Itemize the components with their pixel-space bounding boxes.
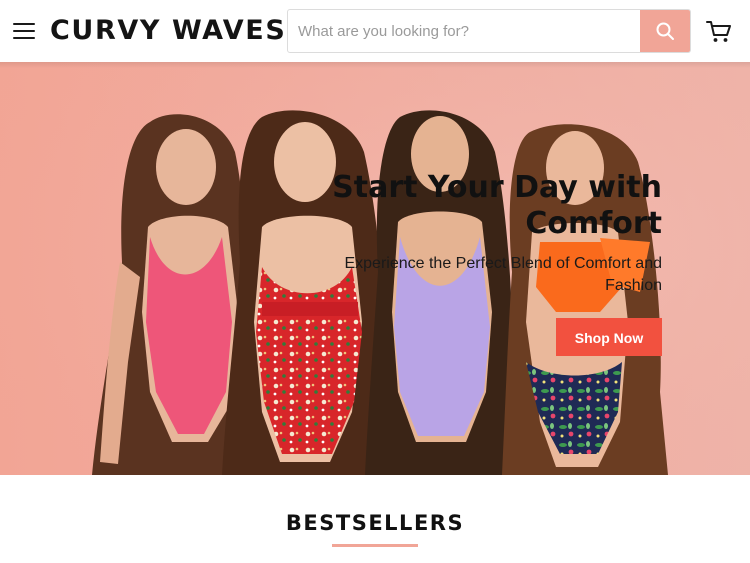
bestsellers-section: BESTSELLERS (0, 475, 750, 563)
cart-icon (706, 21, 731, 42)
section-title-underline (332, 544, 418, 547)
hero-subtitle: Experience the Perfect Blend of Comfort … (344, 255, 662, 294)
search-icon (656, 22, 674, 40)
hero-banner[interactable]: Start Your Day with Comfort Experience t… (0, 62, 750, 475)
hamburger-menu-icon[interactable] (13, 21, 35, 39)
hero-text-block: Start Your Day with Comfort Experience t… (302, 170, 662, 356)
section-title: BESTSELLERS (285, 511, 465, 535)
hero-title: Start Your Day with Comfort (332, 170, 662, 241)
search-bar (287, 9, 691, 53)
site-header: CURVY WAVES (0, 0, 750, 62)
site-logo[interactable]: CURVY WAVES (50, 13, 286, 49)
search-input[interactable] (288, 10, 641, 52)
header-shadow (0, 62, 750, 68)
shop-now-button[interactable]: Shop Now (556, 318, 662, 356)
search-button[interactable] (640, 10, 690, 52)
cart-button[interactable] (704, 16, 734, 46)
